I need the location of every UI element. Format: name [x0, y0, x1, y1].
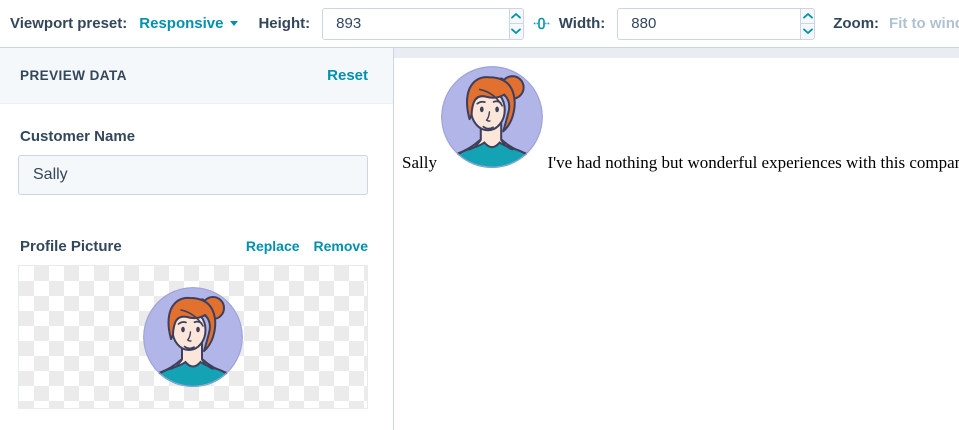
height-label: Height:: [258, 15, 310, 32]
zoom-label: Zoom:: [833, 15, 879, 32]
rendered-module: Sally I've had nothing but wonderful exp…: [394, 58, 959, 173]
main-area: PREVIEW DATA Reset Customer Name Profile…: [0, 48, 959, 430]
width-step-up-button[interactable]: [801, 9, 814, 25]
link-icon: [533, 15, 550, 32]
module-preview-pane: Sally I've had nothing but wonderful exp…: [394, 48, 959, 430]
width-stepper: [800, 9, 814, 39]
sidebar-body: Customer Name Profile Picture Replace Re…: [0, 104, 393, 409]
width-input-group: [617, 8, 815, 40]
preview-customer-name: Sally: [402, 153, 437, 172]
sidebar-header: PREVIEW DATA Reset: [0, 48, 393, 104]
height-stepper: [509, 9, 523, 39]
height-step-down-button[interactable]: [510, 24, 523, 39]
viewport-toolbar: Viewport preset: Responsive Height: Widt…: [0, 0, 959, 48]
width-label: Width:: [559, 15, 606, 32]
chevron-up-icon: [510, 12, 522, 20]
link-dimensions-toggle[interactable]: [533, 15, 550, 32]
viewport-preset-value: Responsive: [139, 15, 223, 32]
preview-top-strip: [394, 48, 959, 58]
preview-data-sidebar: PREVIEW DATA Reset Customer Name Profile…: [0, 48, 394, 430]
preview-quote: I've had nothing but wonderful experienc…: [547, 153, 959, 172]
sidebar-title: PREVIEW DATA: [20, 68, 127, 83]
height-input[interactable]: [323, 9, 509, 39]
height-step-up-button[interactable]: [510, 9, 523, 25]
width-input[interactable]: [618, 9, 800, 39]
profile-picture-preview: [18, 265, 368, 409]
chevron-down-icon: [802, 27, 814, 35]
customer-name-label: Customer Name: [20, 128, 368, 145]
chevron-down-icon: [230, 21, 238, 26]
woman-avatar-image: [441, 66, 543, 168]
viewport-preset-dropdown[interactable]: Responsive: [139, 15, 238, 32]
zoom-value-dropdown[interactable]: Fit to wind: [889, 15, 959, 32]
replace-button[interactable]: Replace: [246, 238, 300, 254]
customer-name-input[interactable]: [18, 155, 368, 195]
profile-picture-actions: Replace Remove: [246, 238, 368, 254]
width-step-down-button[interactable]: [801, 24, 814, 39]
chevron-up-icon: [802, 12, 814, 20]
remove-button[interactable]: Remove: [314, 238, 368, 254]
woman-avatar-image: [143, 287, 243, 387]
profile-picture-header: Profile Picture Replace Remove: [18, 238, 368, 255]
reset-button[interactable]: Reset: [327, 67, 368, 84]
chevron-down-icon: [510, 27, 522, 35]
viewport-preset-label: Viewport preset:: [10, 15, 127, 32]
height-input-group: [322, 8, 524, 40]
profile-picture-label: Profile Picture: [20, 238, 122, 255]
